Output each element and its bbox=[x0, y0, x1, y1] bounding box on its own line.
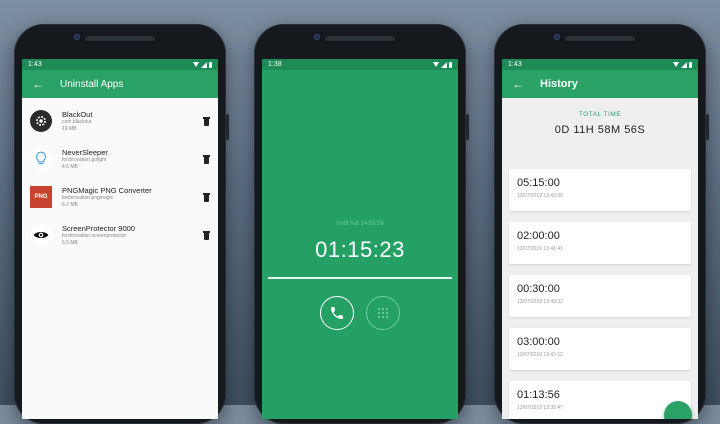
battery-icon bbox=[449, 61, 452, 68]
app-bar: ← Uninstall Apps bbox=[22, 70, 218, 98]
history-entry[interactable]: 00:30:00 13/07/2019 13:43:32 bbox=[509, 275, 691, 317]
png-icon: PNG bbox=[30, 186, 52, 208]
history-entry[interactable]: 02:00:00 13/07/2019 13:41:41 bbox=[509, 222, 691, 264]
timer-divider bbox=[268, 277, 452, 279]
app-name: BlackOut bbox=[62, 109, 93, 119]
status-time: 1:38 bbox=[268, 61, 282, 68]
front-camera bbox=[74, 34, 80, 40]
app-list-item[interactable]: ScreenProtector 9000 fordrrovation.scree… bbox=[22, 216, 218, 254]
signal-icon bbox=[681, 61, 687, 68]
status-time: 1:43 bbox=[508, 61, 522, 68]
back-arrow-icon[interactable]: ← bbox=[32, 77, 44, 91]
app-size: 5.5 MB bbox=[62, 239, 78, 246]
app-size: 4.6 MB bbox=[62, 163, 78, 170]
battery-icon bbox=[209, 61, 212, 68]
phone-history: 1:43 ← History TOTAL TIME 0D 11H 58M 56S… bbox=[494, 24, 709, 424]
eye-icon bbox=[30, 224, 52, 246]
lightbulb-icon bbox=[30, 148, 52, 170]
history-date: 13/07/2019 13:41:41 bbox=[517, 246, 563, 252]
delete-icon[interactable] bbox=[203, 230, 210, 240]
app-size: 19 MB bbox=[62, 125, 77, 132]
app-name: ScreenProtector 9000 bbox=[62, 223, 135, 233]
history-date: 13/07/2019 13:43:12 bbox=[517, 352, 563, 358]
phone-timer: 1:38 Until Sat 14:53:56 01:15:23 bbox=[254, 24, 469, 424]
total-time-label: TOTAL TIME bbox=[578, 111, 622, 118]
side-button bbox=[226, 114, 229, 140]
gear-icon bbox=[30, 110, 52, 132]
phone-icon bbox=[331, 307, 343, 319]
screen-uninstall: 1:43 ← Uninstall Apps BlackOut com.black… bbox=[22, 59, 218, 419]
total-time-panel: TOTAL TIME 0D 11H 58M 56S bbox=[502, 98, 698, 161]
speaker-grille bbox=[565, 36, 635, 41]
screen-history: 1:43 ← History TOTAL TIME 0D 11H 58M 56S… bbox=[502, 59, 698, 419]
history-entry[interactable]: 03:00:00 13/07/2019 13:43:12 bbox=[509, 328, 691, 370]
app-list-item[interactable]: BlackOut com.blackout 19 MB bbox=[22, 102, 218, 140]
app-package: fordrrovation.screenprotector bbox=[62, 232, 127, 239]
app-size: 5.2 MB bbox=[62, 201, 78, 208]
side-button bbox=[706, 114, 709, 140]
until-label: Until Sat 14:53:56 bbox=[336, 221, 384, 227]
app-name: PNGMagic PNG Converter bbox=[62, 185, 152, 195]
countdown-timer: 01:15:23 bbox=[315, 237, 405, 262]
app-package: fordrrovation.golight bbox=[62, 156, 107, 163]
status-bar: 1:43 bbox=[22, 59, 218, 70]
history-duration: 05:15:00 bbox=[517, 177, 560, 189]
status-bar: 1:38 bbox=[262, 59, 458, 70]
call-button[interactable] bbox=[320, 296, 354, 330]
delete-icon[interactable] bbox=[203, 192, 210, 202]
signal-icon bbox=[441, 61, 447, 68]
battery-icon bbox=[689, 61, 692, 68]
history-date: 13/07/2019 13:43:06 bbox=[517, 193, 563, 199]
screen-timer: 1:38 Until Sat 14:53:56 01:15:23 bbox=[262, 59, 458, 419]
history-duration: 00:30:00 bbox=[517, 283, 560, 295]
app-package: com.blackout bbox=[62, 118, 92, 125]
page-title: History bbox=[540, 78, 578, 90]
status-bar: 1:43 bbox=[502, 59, 698, 70]
dialpad-button[interactable] bbox=[366, 296, 400, 330]
history-duration: 02:00:00 bbox=[517, 230, 560, 242]
front-camera bbox=[554, 34, 560, 40]
delete-icon[interactable] bbox=[203, 116, 210, 126]
delete-icon[interactable] bbox=[203, 154, 210, 164]
wifi-icon bbox=[673, 62, 679, 67]
back-arrow-icon[interactable]: ← bbox=[512, 77, 524, 91]
status-time: 1:43 bbox=[28, 61, 42, 68]
front-camera bbox=[314, 34, 320, 40]
speaker-grille bbox=[325, 36, 395, 41]
signal-icon bbox=[201, 61, 207, 68]
history-duration: 03:00:00 bbox=[517, 336, 560, 348]
app-list-item[interactable]: PNG PNGMagic PNG Converter fordrrovation… bbox=[22, 178, 218, 216]
app-name: NeverSleeper bbox=[62, 147, 108, 157]
history-date: 13/07/2019 13:35:47 bbox=[517, 405, 563, 411]
speaker-grille bbox=[85, 36, 155, 41]
wifi-icon bbox=[433, 62, 439, 67]
app-list-item[interactable]: NeverSleeper fordrrovation.golight 4.6 M… bbox=[22, 140, 218, 178]
history-date: 13/07/2019 13:43:32 bbox=[517, 299, 563, 305]
phone-uninstall: 1:43 ← Uninstall Apps BlackOut com.black… bbox=[14, 24, 229, 424]
app-package: fordrrovation.pngmagic bbox=[62, 194, 114, 201]
total-time-value: 0D 11H 58M 56S bbox=[554, 124, 646, 136]
dialpad-icon bbox=[377, 307, 389, 319]
wifi-icon bbox=[193, 62, 199, 67]
page-title: Uninstall Apps bbox=[60, 78, 124, 90]
history-entry[interactable]: 05:15:00 13/07/2019 13:43:06 bbox=[509, 169, 691, 211]
app-bar: ← History bbox=[502, 70, 698, 98]
side-button bbox=[466, 114, 469, 140]
history-duration: 01:13:56 bbox=[517, 389, 560, 401]
